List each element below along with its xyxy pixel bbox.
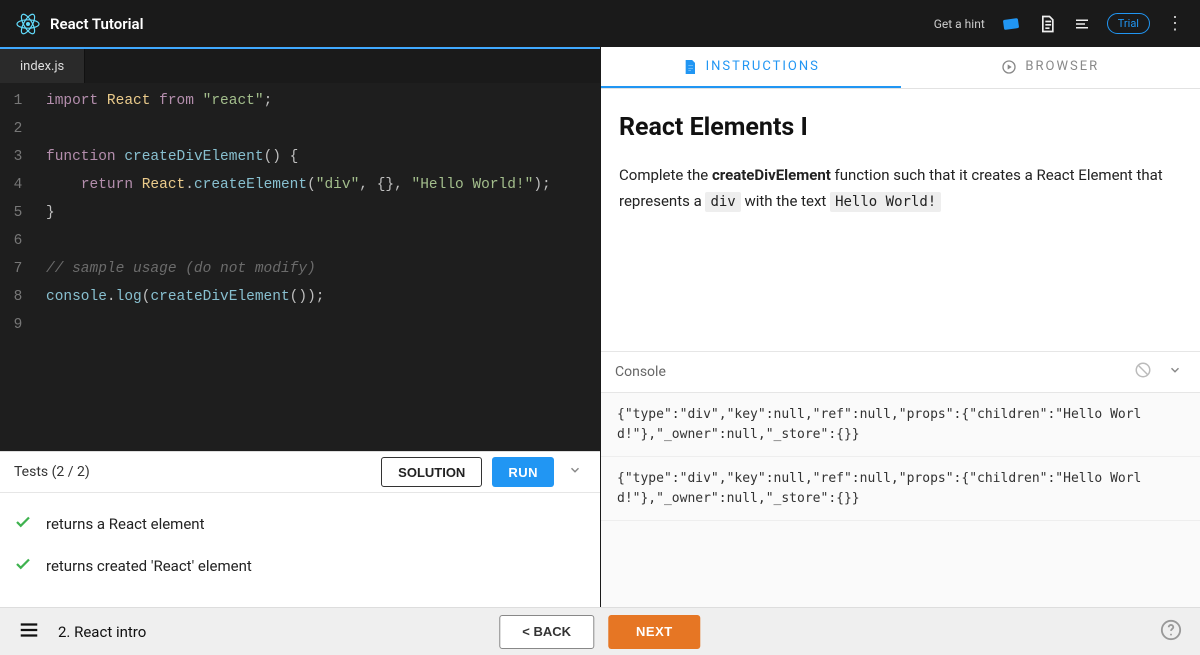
test-label: returns created 'React' element xyxy=(46,557,252,575)
back-button[interactable]: < BACK xyxy=(499,615,594,649)
console-actions xyxy=(1134,361,1186,383)
tests-header: Tests (2 / 2) SOLUTION RUN xyxy=(0,451,600,493)
instructions-title: React Elements I xyxy=(619,113,1182,142)
app-header: React Tutorial Get a hint Trial ⋮ xyxy=(0,0,1200,47)
check-icon xyxy=(14,513,32,535)
left-column: index.js 123456789 import React from "re… xyxy=(0,47,600,607)
console-entry: {"type":"div","key":null,"ref":null,"pro… xyxy=(601,393,1200,457)
line-gutter: 123456789 xyxy=(0,83,36,451)
console-title: Console xyxy=(615,364,666,380)
next-button[interactable]: NEXT xyxy=(608,615,701,649)
test-item: returns a React element xyxy=(14,503,586,545)
right-column: INSTRUCTIONS BROWSER React Elements I Co… xyxy=(600,47,1200,607)
tab-instructions[interactable]: INSTRUCTIONS xyxy=(601,47,901,88)
lesson-label: 2. React intro xyxy=(58,623,146,641)
card-icon[interactable] xyxy=(1001,14,1021,34)
console-collapse-icon[interactable] xyxy=(1164,363,1186,381)
console-header: Console xyxy=(601,351,1200,393)
lines-icon[interactable] xyxy=(1073,15,1091,33)
test-item: returns created 'React' element xyxy=(14,545,586,587)
console-output: {"type":"div","key":null,"ref":null,"pro… xyxy=(601,393,1200,607)
code-editor: index.js 123456789 import React from "re… xyxy=(0,47,600,451)
tab-instructions-label: INSTRUCTIONS xyxy=(706,59,820,74)
run-button[interactable]: RUN xyxy=(492,457,554,487)
trial-badge[interactable]: Trial xyxy=(1107,13,1150,34)
code-content[interactable]: import React from "react";function creat… xyxy=(36,83,600,451)
console-entry: {"type":"div","key":null,"ref":null,"pro… xyxy=(601,457,1200,521)
tab-browser[interactable]: BROWSER xyxy=(901,47,1200,88)
more-menu-icon[interactable]: ⋮ xyxy=(1166,15,1184,33)
instructions-body: Complete the createDivElement function s… xyxy=(619,162,1182,215)
main-area: index.js 123456789 import React from "re… xyxy=(0,47,1200,607)
footer-nav: < BACK NEXT xyxy=(499,615,700,649)
react-logo-icon xyxy=(16,12,40,36)
instructions-panel: React Elements I Complete the createDivE… xyxy=(601,89,1200,351)
solution-button[interactable]: SOLUTION xyxy=(381,457,482,487)
tests-list: returns a React element returns created '… xyxy=(0,493,600,607)
menu-icon[interactable] xyxy=(18,619,40,645)
code-area[interactable]: 123456789 import React from "react";func… xyxy=(0,83,600,451)
lesson-footer: 2. React intro < BACK NEXT xyxy=(0,607,1200,655)
tests-collapse-icon[interactable] xyxy=(564,463,586,481)
document-icon[interactable] xyxy=(1037,14,1057,34)
get-hint-link[interactable]: Get a hint xyxy=(934,17,985,31)
header-left: React Tutorial xyxy=(16,12,143,36)
tests-title: Tests (2 / 2) xyxy=(14,464,90,480)
tab-browser-label: BROWSER xyxy=(1025,59,1099,74)
clear-console-icon[interactable] xyxy=(1134,361,1152,383)
help-icon[interactable] xyxy=(1160,619,1182,645)
file-tab[interactable]: index.js xyxy=(0,49,85,83)
editor-tabbar: index.js xyxy=(0,49,600,83)
app-title: React Tutorial xyxy=(50,15,143,33)
test-label: returns a React element xyxy=(46,515,204,533)
right-panel-tabs: INSTRUCTIONS BROWSER xyxy=(601,47,1200,89)
check-icon xyxy=(14,555,32,577)
header-right: Get a hint Trial ⋮ xyxy=(934,13,1184,34)
